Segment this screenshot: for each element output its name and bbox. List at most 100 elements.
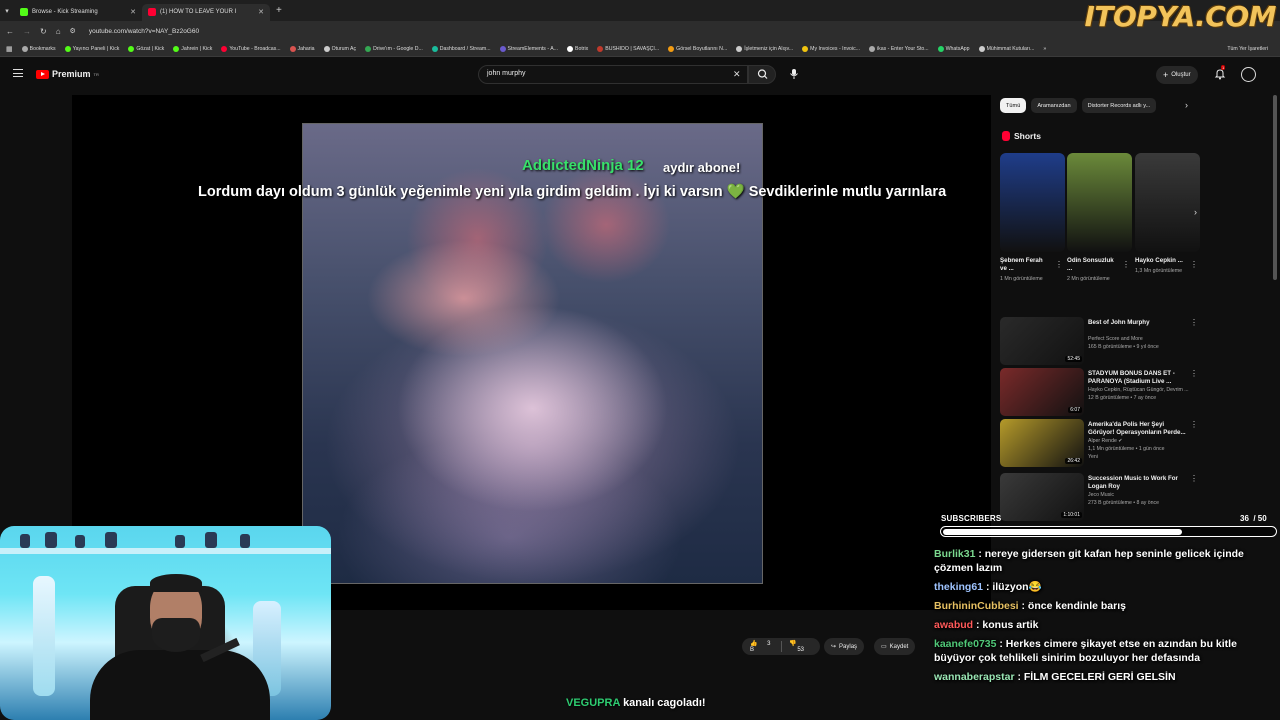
chip-all[interactable]: Tümü	[1000, 98, 1027, 113]
short-thumbnail[interactable]	[1000, 153, 1065, 252]
short-card[interactable]: Şebnem Ferah ve ... 1 Mn görüntüleme ⋮	[1000, 153, 1065, 284]
chat-message: theking61 : ilüzyon😂	[934, 580, 1274, 594]
bookmark-favicon-icon	[365, 45, 372, 52]
dislike-button[interactable]: 👎 53	[781, 640, 820, 653]
video-thumbnail[interactable]: 6:07	[1000, 368, 1084, 416]
subscribers-progress-fill	[942, 528, 1182, 535]
search-icon	[757, 69, 768, 79]
short-card[interactable]: Odin Sonsuzluk ... 2 Mn görüntüleme ⋮	[1067, 153, 1132, 284]
share-button[interactable]: ↪ Paylaş	[824, 638, 865, 655]
bookmark-item[interactable]: ikas - Enter Your Sto...	[869, 45, 929, 52]
chat-username[interactable]: Burlik31	[934, 548, 975, 560]
bookmarks-overflow-icon[interactable]: »	[1043, 46, 1046, 52]
recommended-video[interactable]: 52:45 Best of John Murphy Perfect Score an…	[1000, 317, 1200, 365]
subscribers-count: 36 / 50	[1240, 514, 1267, 523]
channel-name[interactable]: Alper Rende ✔	[1088, 438, 1198, 445]
youtube-logo[interactable]: Premium TR	[36, 69, 99, 79]
tab-close-icon[interactable]: ✕	[130, 8, 136, 16]
chevron-right-icon[interactable]: ›	[1185, 100, 1188, 110]
bookmark-item[interactable]: Gözat | Kick	[128, 45, 164, 52]
bookmark-item[interactable]: YouTube - Broadcas...	[221, 45, 281, 52]
shorts-next-icon[interactable]: ›	[1194, 207, 1197, 217]
figurine	[175, 535, 185, 548]
tab-close-icon[interactable]: ✕	[258, 8, 264, 16]
chip-channel[interactable]: Distorter Records adlı y...	[1081, 98, 1157, 113]
chat-username[interactable]: awabud	[934, 619, 973, 631]
tab-youtube[interactable]: (1) HOW TO LEAVE YOUR I ✕	[142, 3, 270, 21]
like-button[interactable]: 👍 3 B	[742, 640, 781, 653]
bookmark-item[interactable]: Mühimmat Kutuları...	[978, 45, 1034, 52]
clear-search-icon[interactable]: ✕	[733, 69, 741, 80]
bookmark-item[interactable]: BUSHIDO | SAVAŞÇI...	[597, 45, 659, 52]
short-views: 1 Mn görüntüleme	[1000, 276, 1043, 282]
create-button[interactable]: + Oluştur	[1156, 66, 1198, 84]
channel-name[interactable]: Jeco Music	[1088, 492, 1198, 499]
short-thumbnail[interactable]	[1067, 153, 1132, 252]
more-options-icon[interactable]: ⋮	[1122, 260, 1130, 269]
chat-username[interactable]: theking61	[934, 581, 983, 593]
chat-username[interactable]: BurhininCubbesi	[934, 600, 1019, 612]
url-field[interactable]: youtube.com/watch?v=NAY_Bz2oG60	[89, 28, 199, 35]
site-info-icon[interactable]: ⚙	[70, 27, 76, 35]
recommended-video[interactable]: 6:07 STADYUM BONUS DANS ET - PARANOYA (St…	[1000, 368, 1200, 416]
recommended-video[interactable]: 1:10:01 Succession Music to Work For Loga…	[1000, 473, 1200, 521]
forward-icon[interactable]: →	[23, 27, 31, 36]
new-tab-button[interactable]: +	[270, 5, 288, 16]
more-options-icon[interactable]: ⋮	[1190, 474, 1198, 483]
recommended-video[interactable]: 26:42 Amerika'da Polis Her Şeyi Görüyor! …	[1000, 419, 1200, 467]
video-thumbnail[interactable]: 1:10:01	[1000, 473, 1084, 521]
bookmark-item[interactable]: Bookmarks	[21, 45, 56, 52]
save-button[interactable]: ▭ Kaydet	[874, 638, 916, 655]
tab-kick[interactable]: Browse - Kick Streaming ✕	[14, 4, 142, 21]
short-title[interactable]: Odin Sonsuzluk ...	[1067, 257, 1117, 273]
more-options-icon[interactable]: ⋮	[1190, 369, 1198, 378]
notifications-bell-icon[interactable]	[1214, 68, 1226, 80]
home-icon[interactable]: ⌂	[56, 27, 61, 36]
all-bookmarks-button[interactable]: Tüm Yer İşaretleri	[1227, 46, 1268, 52]
video-title[interactable]: Best of John Murphy	[1088, 319, 1192, 327]
channel-name[interactable]: Hayko Cepkin, Rüştücan Güngör, Devrim ..…	[1088, 387, 1198, 394]
bookmark-favicon-icon	[64, 45, 71, 52]
account-avatar[interactable]	[1241, 67, 1256, 82]
bookmark-item[interactable]: WhatsApp	[937, 45, 970, 52]
more-options-icon[interactable]: ⋮	[1190, 318, 1198, 327]
bookmark-item[interactable]: Görsel Boyutlarını N...	[668, 45, 727, 52]
chat-username[interactable]: wannaberapstar	[934, 671, 1015, 683]
search-button[interactable]	[748, 65, 776, 84]
bookmark-item[interactable]: İşletmeniz için Alışv...	[736, 45, 793, 52]
video-thumbnail[interactable]: 52:45	[1000, 317, 1084, 365]
tab-search-icon[interactable]: ▾	[0, 7, 14, 15]
apps-icon[interactable]: ▦	[6, 45, 13, 53]
bookmark-item[interactable]: Dashboard / Stream...	[431, 45, 491, 52]
bookmark-item[interactable]: Yayıncı Paneli | Kick	[64, 45, 119, 52]
bookmark-item[interactable]: Jahrein | Kick	[173, 45, 212, 52]
video-title[interactable]: Succession Music to Work For Logan Roy	[1088, 475, 1192, 491]
video-title[interactable]: Amerika'da Polis Her Şeyi Görüyor! Opera…	[1088, 421, 1192, 437]
more-options-icon[interactable]: ⋮	[1190, 260, 1198, 269]
short-thumbnail[interactable]	[1135, 153, 1200, 252]
search-input[interactable]: john murphy	[478, 65, 748, 84]
more-options-icon[interactable]: ⋮	[1190, 420, 1198, 429]
video-title[interactable]: STADYUM BONUS DANS ET - PARANOYA (Stadiu…	[1088, 370, 1192, 386]
streamer-hair	[150, 574, 202, 592]
bookmark-item[interactable]: Oturum Aç	[323, 45, 356, 52]
bookmark-item[interactable]: Botrix	[567, 45, 588, 52]
streamer-beard	[152, 618, 200, 652]
short-title[interactable]: Şebnem Ferah ve ...	[1000, 257, 1050, 273]
bookmark-item[interactable]: Jaharia	[289, 45, 315, 52]
short-card[interactable]: Hayko Cepkin ... 1,3 Mn görüntüleme ⋮	[1135, 153, 1200, 276]
microphone-icon[interactable]	[788, 68, 800, 80]
chat-username[interactable]: kaanefe0735	[934, 638, 996, 650]
bookmark-item[interactable]: StreamElements - A...	[499, 45, 558, 52]
menu-icon[interactable]	[13, 69, 23, 80]
back-icon[interactable]: ←	[6, 27, 14, 36]
channel-name[interactable]: Perfect Score and More	[1088, 336, 1198, 343]
reload-icon[interactable]: ↻	[40, 27, 47, 36]
more-options-icon[interactable]: ⋮	[1055, 260, 1063, 269]
sidebar-scrollbar[interactable]	[1273, 95, 1277, 280]
video-thumbnail[interactable]: 26:42	[1000, 419, 1084, 467]
chip-from-search[interactable]: Aramanızdan	[1031, 98, 1077, 113]
bookmark-item[interactable]: Drive'ım - Google D...	[365, 45, 423, 52]
bookmark-item[interactable]: My Invoices - Invoic...	[802, 45, 860, 52]
short-title[interactable]: Hayko Cepkin ...	[1135, 257, 1185, 265]
